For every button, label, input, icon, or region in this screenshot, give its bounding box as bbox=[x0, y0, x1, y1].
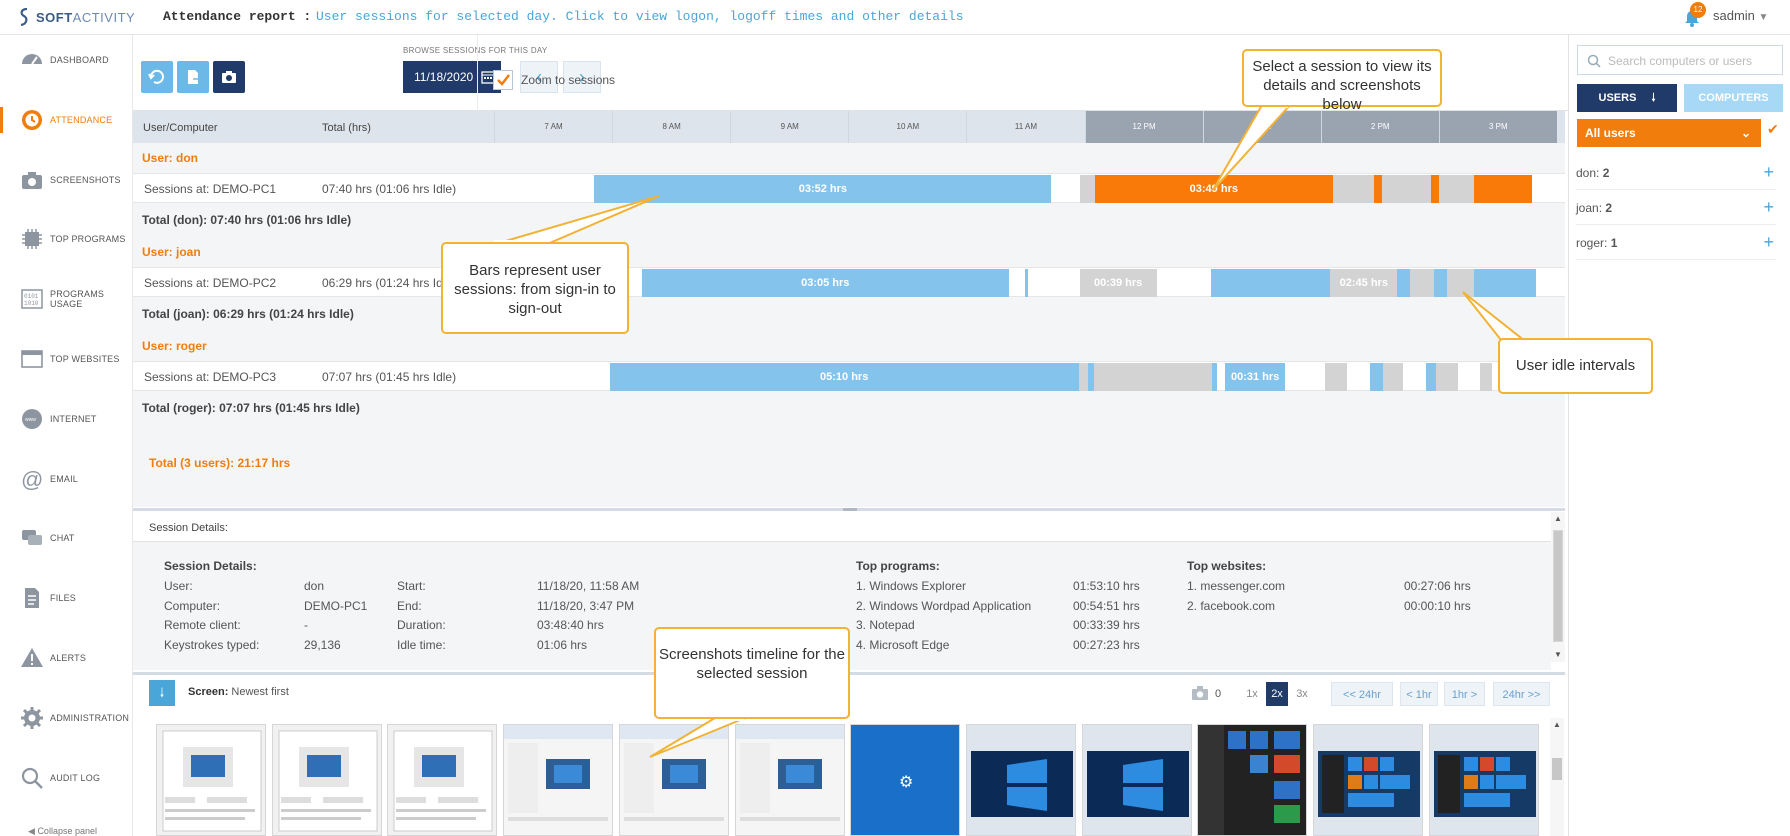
app-window: SOFT ACTIVITY Attendance report : User se… bbox=[0, 0, 1790, 836]
callout-screens-timeline: Screenshots timeline for the selected se… bbox=[654, 627, 850, 719]
callout-select-session: Select a session to view its details and… bbox=[1242, 49, 1442, 113]
callout-bars-represent: Bars represent user sessions: from sign-… bbox=[441, 242, 629, 334]
callout-pointers bbox=[491, 100, 1531, 758]
callout-idle-intervals: User idle intervals bbox=[1498, 338, 1653, 394]
